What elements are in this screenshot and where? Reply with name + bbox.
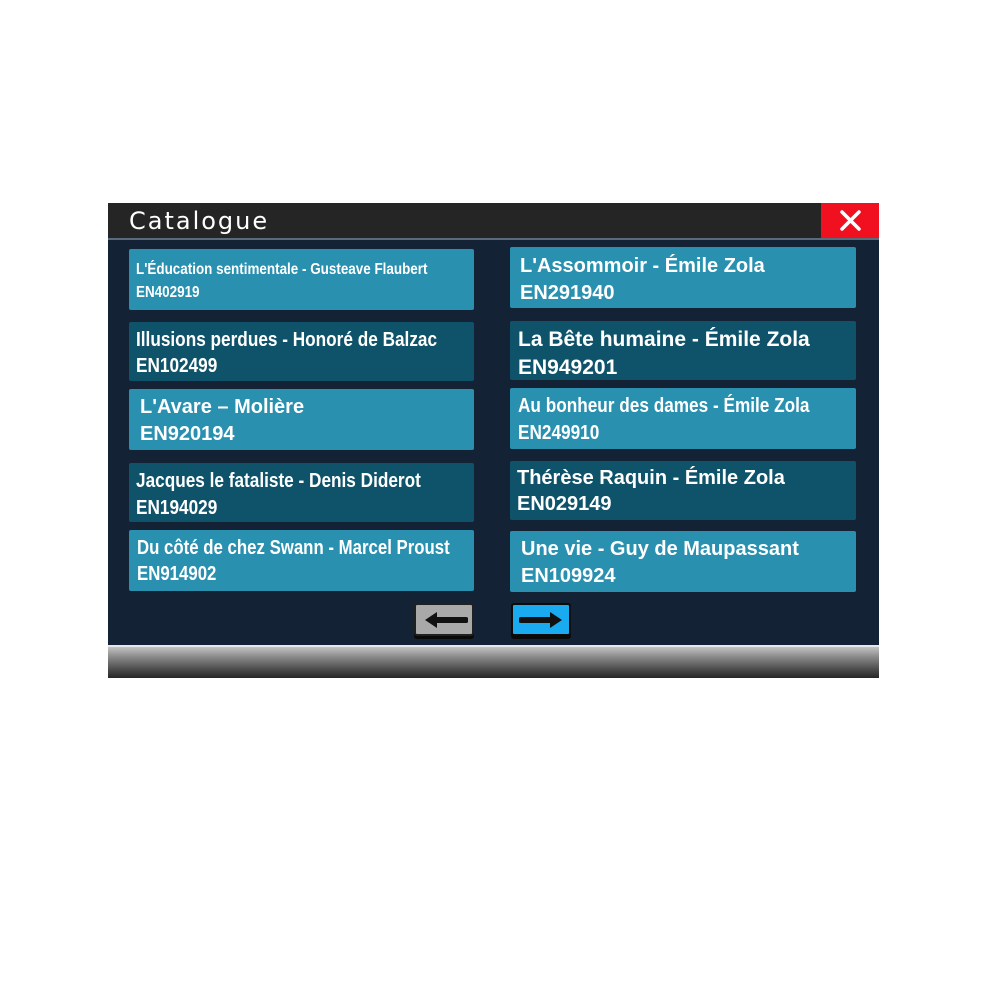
arrow-right-icon (519, 612, 562, 628)
book-code: EN109924 (521, 565, 616, 587)
book-code: EN402919 (136, 284, 200, 301)
book-card[interactable]: L'Éducation sentimentale - Gusteave Flau… (129, 249, 474, 310)
bottom-bar (108, 645, 879, 678)
book-card[interactable]: L'Avare – Molière EN920194 (129, 389, 474, 450)
book-card[interactable]: La Bête humaine - Émile Zola EN949201 (510, 321, 856, 380)
book-title: Une vie - Guy de Maupassant (521, 538, 799, 560)
book-card[interactable]: Thérèse Raquin - Émile Zola EN029149 (510, 461, 856, 520)
previous-page-button[interactable] (414, 603, 474, 636)
book-code: EN194029 (136, 497, 218, 519)
next-page-button[interactable] (511, 603, 571, 636)
close-icon (840, 210, 861, 231)
book-title: Du côté de chez Swann - Marcel Proust (137, 537, 450, 559)
book-title: Jacques le fataliste - Denis Diderot (136, 470, 421, 492)
book-title: L'Éducation sentimentale - Gusteave Flau… (136, 261, 428, 278)
book-code: EN102499 (136, 355, 218, 377)
book-card[interactable]: Du côté de chez Swann - Marcel Proust EN… (129, 530, 474, 591)
book-code: EN029149 (517, 493, 612, 515)
book-code: EN249910 (518, 422, 600, 444)
book-title: Illusions perdues - Honoré de Balzac (136, 329, 438, 351)
catalogue-panel: L'Éducation sentimentale - Gusteave Flau… (108, 238, 879, 645)
book-title: L'Avare – Molière (140, 396, 305, 418)
close-button[interactable] (821, 203, 879, 238)
book-title: La Bête humaine - Émile Zola (518, 328, 810, 351)
book-code: EN291940 (520, 282, 615, 304)
book-card[interactable]: Illusions perdues - Honoré de Balzac EN1… (129, 322, 474, 381)
book-code: EN914902 (137, 563, 217, 585)
title-bar: Catalogue (108, 203, 879, 238)
catalogue-window: Catalogue L'Éducation sentimentale - Gus… (108, 203, 879, 678)
book-title: L'Assommoir - Émile Zola (520, 255, 765, 277)
book-card[interactable]: Jacques le fataliste - Denis Diderot EN1… (129, 463, 474, 522)
book-code: EN920194 (140, 423, 235, 445)
arrow-left-icon (425, 612, 468, 628)
book-card[interactable]: Au bonheur des dames - Émile Zola EN2499… (510, 388, 856, 449)
book-title: Thérèse Raquin - Émile Zola (517, 467, 785, 489)
book-card[interactable]: L'Assommoir - Émile Zola EN291940 (510, 247, 856, 308)
book-title: Au bonheur des dames - Émile Zola (518, 395, 810, 417)
window-title: Catalogue (129, 207, 270, 235)
book-card[interactable]: Une vie - Guy de Maupassant EN109924 (510, 531, 856, 592)
book-code: EN949201 (518, 356, 618, 379)
